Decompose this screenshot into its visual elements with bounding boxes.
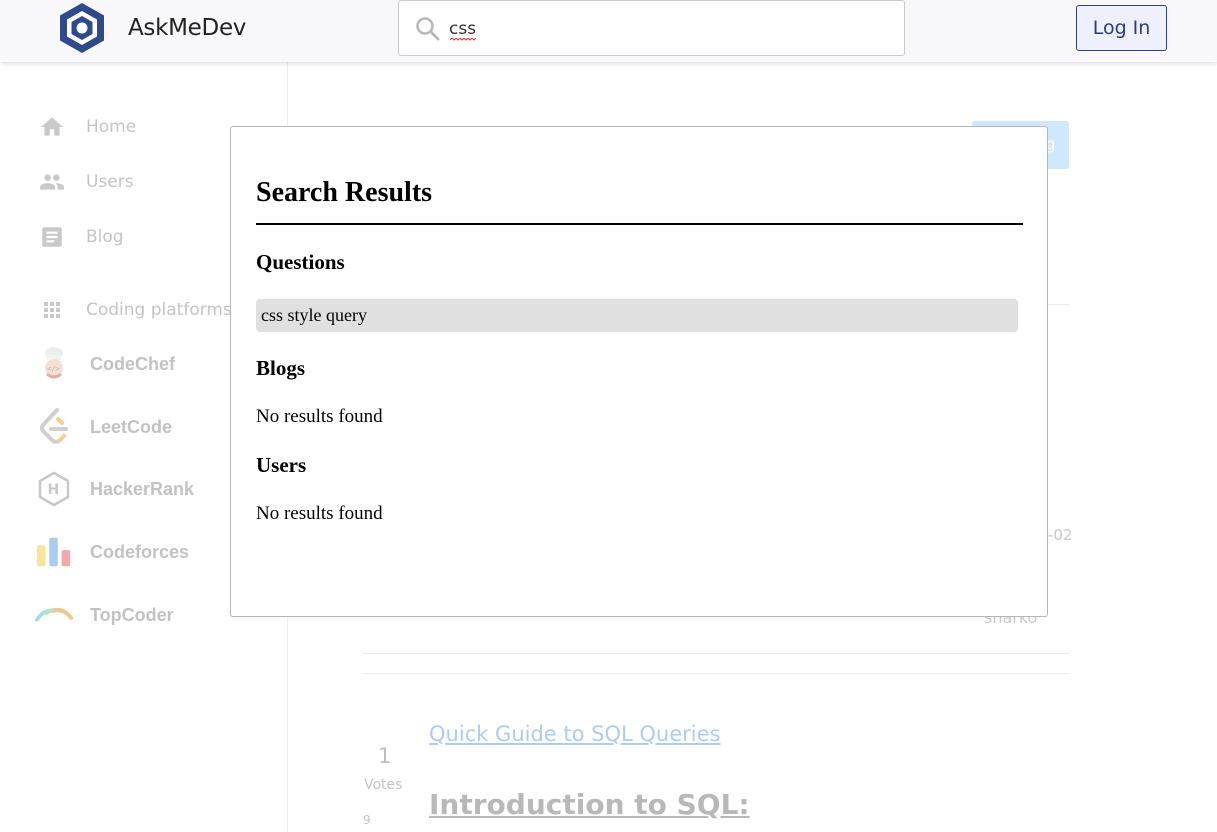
users-icon bbox=[38, 168, 66, 196]
coding-platforms-label: Coding platforms : bbox=[86, 300, 243, 320]
platform-label: TopCoder bbox=[90, 604, 174, 625]
search-input[interactable] bbox=[449, 14, 889, 44]
askmedev-logo-icon[interactable] bbox=[56, 1, 108, 55]
sidebar-item-blog[interactable]: Blog bbox=[38, 221, 124, 253]
codeforces-icon bbox=[35, 533, 73, 571]
coding-platforms-header: Coding platforms : bbox=[38, 294, 243, 326]
modal-title: Search Results bbox=[256, 177, 433, 208]
sidebar-item-home[interactable]: Home bbox=[38, 111, 136, 143]
platform-topcoder[interactable]: TopCoder bbox=[35, 599, 174, 631]
top-header: AskMeDev Log In bbox=[0, 0, 1217, 62]
apps-grid-icon bbox=[38, 296, 66, 324]
post-title-link[interactable]: Quick Guide to SQL Queries bbox=[429, 722, 720, 746]
topcoder-icon bbox=[35, 596, 73, 634]
search-icon bbox=[416, 17, 440, 41]
svg-text:</>: </> bbox=[47, 365, 60, 373]
blogs-empty-message: No results found bbox=[256, 406, 383, 427]
votes-label: Votes bbox=[364, 777, 403, 793]
platform-codeforces[interactable]: Codeforces bbox=[35, 536, 189, 568]
title-divider bbox=[256, 223, 1023, 225]
platform-hackerrank[interactable]: H HackerRank bbox=[35, 470, 195, 508]
divider bbox=[362, 673, 1070, 674]
users-empty-message: No results found bbox=[256, 503, 383, 524]
codechef-icon: </> bbox=[35, 345, 73, 383]
search-results-modal: Search Results Questions css style query… bbox=[230, 126, 1048, 617]
post-date: -02 bbox=[1048, 526, 1073, 544]
question-result-item[interactable]: css style query bbox=[256, 299, 1018, 332]
platform-label: LeetCode bbox=[90, 416, 173, 437]
blogs-heading: Blogs bbox=[256, 356, 306, 380]
brand-name[interactable]: AskMeDev bbox=[128, 15, 246, 41]
sidebar-item-label: Users bbox=[86, 172, 134, 192]
answers-count: 9 bbox=[363, 813, 371, 827]
login-button[interactable]: Log In bbox=[1076, 5, 1167, 51]
search-bar[interactable] bbox=[398, 0, 905, 56]
sidebar-item-label: Home bbox=[86, 117, 137, 137]
users-heading: Users bbox=[256, 453, 307, 477]
questions-heading: Questions bbox=[256, 250, 345, 274]
hackerrank-icon: H bbox=[35, 470, 73, 508]
platform-codechef[interactable]: </> CodeChef bbox=[35, 345, 175, 383]
post-heading: Introduction to SQL: bbox=[429, 788, 750, 821]
sidebar-item-label: Blog bbox=[86, 227, 124, 247]
platform-label: Codeforces bbox=[90, 541, 190, 562]
spellcheck-underline bbox=[450, 38, 477, 41]
svg-text:H: H bbox=[48, 482, 60, 498]
platform-label: CodeChef bbox=[90, 353, 175, 374]
divider bbox=[362, 653, 1070, 654]
votes-count: 1 bbox=[378, 744, 392, 768]
home-icon bbox=[38, 113, 66, 141]
sidebar-item-users[interactable]: Users bbox=[38, 166, 134, 198]
leetcode-icon bbox=[35, 408, 73, 446]
platform-leetcode[interactable]: LeetCode bbox=[35, 408, 173, 446]
platform-label: HackerRank bbox=[90, 478, 195, 499]
blog-icon bbox=[38, 223, 66, 251]
